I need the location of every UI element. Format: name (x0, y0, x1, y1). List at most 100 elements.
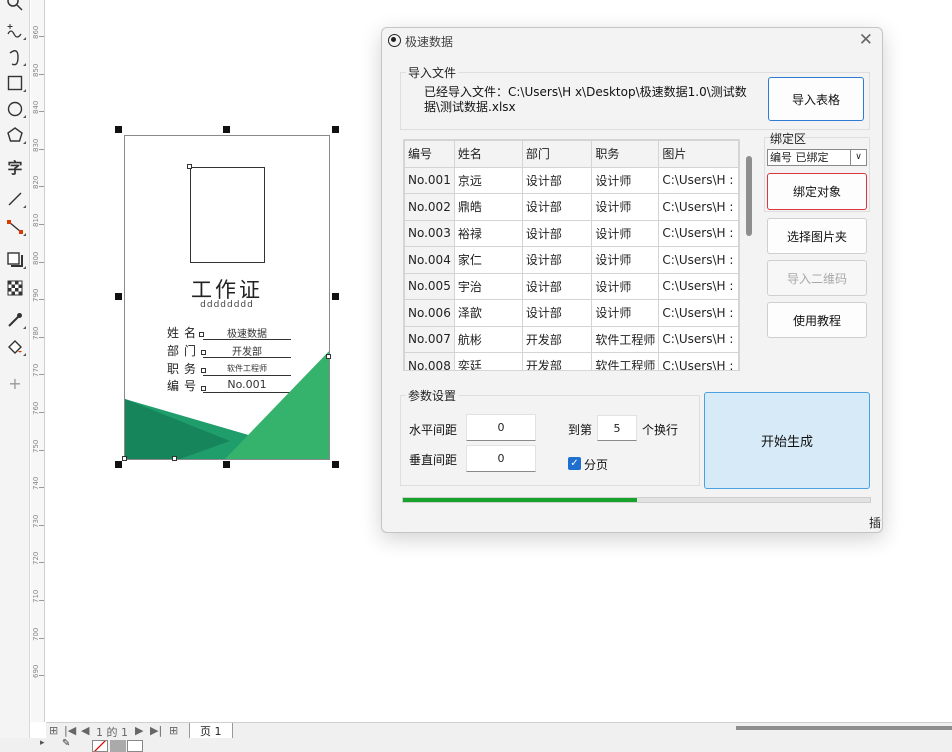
table-cell[interactable]: No.003 (404, 219, 455, 247)
dialog-titlebar[interactable]: 极速数据 ✕ (382, 28, 882, 54)
data-table[interactable]: 编号 姓名 部门 职务 图片 No.001 京远 设计部 设计师 C:\Users\H … (403, 139, 740, 371)
v-spacing-input[interactable]: 0 (466, 445, 536, 472)
id-card[interactable]: 工作证 dddddddd 姓名 极速数据 部门 开发部 职务 软件工程师 编号 … (124, 135, 330, 460)
table-row[interactable]: No.007 航彬 开发部 软件工程师 C:\Users\H : (404, 325, 739, 353)
table-cell[interactable]: 设计部 (521, 219, 593, 247)
table-row[interactable]: No.001 京远 设计部 设计师 C:\Users\H : (404, 166, 739, 194)
table-cell[interactable]: No.004 (404, 246, 455, 274)
node-handle[interactable] (172, 456, 177, 461)
selection-handle[interactable] (115, 293, 122, 300)
table-cell[interactable]: No.007 (404, 325, 455, 353)
table-cell[interactable]: No.002 (404, 193, 455, 221)
selection-handle[interactable] (115, 461, 122, 468)
transparency-tool-icon[interactable] (3, 277, 27, 299)
import-table-button[interactable]: 导入表格 (768, 77, 864, 121)
node-handle[interactable] (199, 332, 204, 337)
table-cell[interactable]: 家仁 (453, 246, 523, 274)
no-fill-swatch[interactable] (92, 740, 108, 752)
table-cell[interactable]: 设计师 (591, 193, 660, 221)
table-cell[interactable]: 软件工程师 (591, 325, 660, 353)
node-handle[interactable] (187, 164, 192, 169)
fill-tool-icon[interactable] (3, 336, 27, 358)
eyedropper-icon[interactable]: ✎ (62, 738, 70, 749)
selection-handle[interactable] (332, 461, 339, 468)
close-icon[interactable]: ✕ (859, 30, 873, 50)
node-handle[interactable] (201, 386, 206, 391)
table-cell[interactable]: C:\Users\H : (658, 246, 739, 274)
selection-handle[interactable] (332, 293, 339, 300)
import-qr-button[interactable]: 导入二维码 (767, 260, 867, 296)
freehand-tool-icon[interactable] (3, 20, 27, 42)
table-cell[interactable]: C:\Users\H : (658, 325, 739, 353)
table-cell[interactable]: No.006 (404, 299, 455, 327)
table-cell[interactable]: No.001 (404, 166, 455, 194)
table-cell[interactable]: 设计部 (521, 166, 593, 194)
h-spacing-input[interactable]: 0 (466, 414, 536, 441)
polygon-tool-icon[interactable] (3, 124, 27, 146)
expand-arrow-icon[interactable]: ▸ (40, 738, 45, 748)
table-cell[interactable]: 奕廷 (453, 352, 523, 370)
table-cell[interactable]: No.008 (404, 352, 455, 370)
table-row[interactable]: No.005 宇治 设计部 设计师 C:\Users\H : (404, 272, 739, 300)
zoom-tool-icon[interactable] (3, 0, 27, 14)
fill-swatch[interactable] (110, 740, 126, 752)
bezier-tool-icon[interactable] (3, 46, 27, 68)
table-cell[interactable]: 设计师 (591, 246, 660, 274)
table-cell[interactable]: C:\Users\H : (658, 219, 739, 247)
table-row[interactable]: No.008 奕廷 开发部 软件工程师 C:\Users\H : (404, 352, 739, 370)
table-cell[interactable]: 设计师 (591, 272, 660, 300)
table-cell[interactable]: 设计部 (521, 246, 593, 274)
table-cell[interactable]: 开发部 (521, 352, 593, 370)
table-cell[interactable]: C:\Users\H : (658, 193, 739, 221)
table-cell[interactable]: 泽歆 (453, 299, 523, 327)
table-cell[interactable]: C:\Users\H : (658, 352, 739, 370)
table-row[interactable]: No.004 家仁 设计部 设计师 C:\Users\H : (404, 246, 739, 274)
wrap-count-input[interactable]: 5 (597, 415, 637, 441)
table-cell[interactable]: C:\Users\H : (658, 166, 739, 194)
selection-handle[interactable] (115, 126, 122, 133)
table-cell[interactable]: 设计部 (521, 272, 593, 300)
table-scrollbar[interactable] (742, 139, 760, 371)
prev-page-icon[interactable]: ◀ (81, 724, 89, 737)
add-tool-icon[interactable]: + (3, 372, 27, 394)
tab-page-1[interactable]: 页 1 (189, 723, 233, 739)
table-cell[interactable]: 设计师 (591, 219, 660, 247)
table-header[interactable]: 职务 (591, 140, 660, 168)
table-cell[interactable]: 裕禄 (453, 219, 523, 247)
table-cell[interactable]: 设计师 (591, 299, 660, 327)
node-handle[interactable] (201, 368, 206, 373)
table-cell[interactable]: 设计部 (521, 299, 593, 327)
table-cell[interactable]: No.005 (404, 272, 455, 300)
horizontal-scrollbar[interactable] (736, 726, 952, 734)
start-generate-button[interactable]: 开始生成 (704, 392, 870, 489)
table-cell[interactable]: C:\Users\H : (658, 272, 739, 300)
table-cell[interactable]: 航彬 (453, 325, 523, 353)
table-row[interactable]: No.002 鼎皓 设计部 设计师 C:\Users\H : (404, 193, 739, 221)
table-cell[interactable]: C:\Users\H : (658, 299, 739, 327)
table-header[interactable]: 姓名 (453, 140, 523, 168)
outline-swatch[interactable] (127, 740, 143, 752)
table-cell[interactable]: 宇治 (453, 272, 523, 300)
choose-image-folder-button[interactable]: 选择图片夹 (767, 218, 867, 254)
node-handle[interactable] (122, 456, 127, 461)
paging-checkbox[interactable]: ✓ (568, 457, 581, 470)
selection-handle[interactable] (223, 461, 230, 468)
next-page-icon[interactable]: ▶ (135, 724, 143, 737)
table-cell[interactable]: 设计部 (521, 193, 593, 221)
selection-handle[interactable] (332, 126, 339, 133)
add-page-icon[interactable]: ⊞ (49, 724, 58, 737)
dimension-tool-icon[interactable] (3, 188, 27, 210)
node-handle[interactable] (326, 354, 331, 359)
selection-handle[interactable] (223, 126, 230, 133)
node-handle[interactable] (201, 350, 206, 355)
add-page-end-icon[interactable]: ⊞ (169, 724, 178, 737)
bind-object-button[interactable]: 绑定对象 (767, 173, 867, 210)
table-row[interactable]: No.003 裕禄 设计部 设计师 C:\Users\H : (404, 219, 739, 247)
tutorial-button[interactable]: 使用教程 (767, 302, 867, 338)
table-cell[interactable]: 鼎皓 (453, 193, 523, 221)
table-header[interactable]: 编号 (404, 140, 455, 168)
chevron-down-icon[interactable]: ∨ (850, 150, 866, 165)
table-cell[interactable]: 开发部 (521, 325, 593, 353)
shadow-tool-icon[interactable] (3, 249, 27, 271)
table-header[interactable]: 部门 (521, 140, 593, 168)
